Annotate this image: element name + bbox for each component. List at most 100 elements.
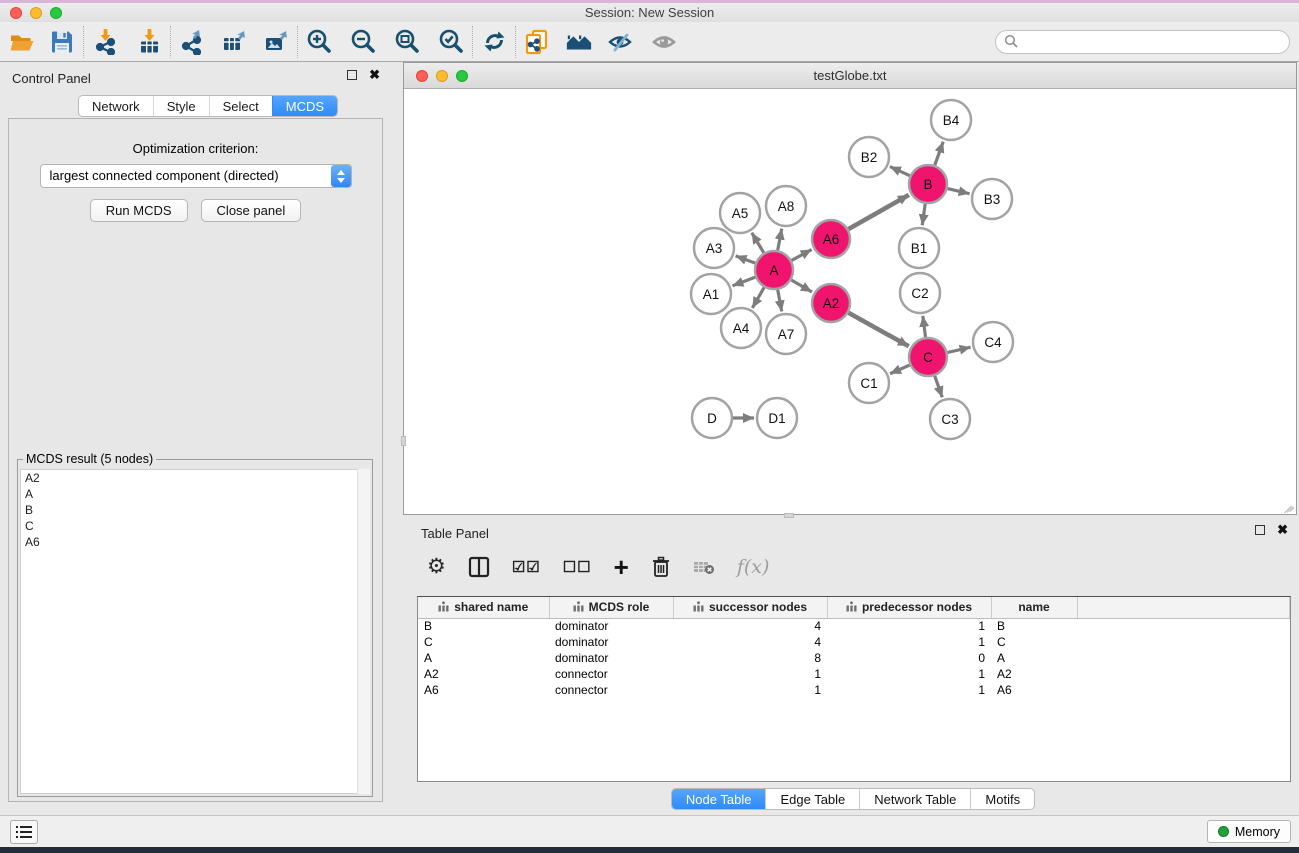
column-header-successor-nodes[interactable]: successor nodes	[673, 597, 827, 618]
tab-style[interactable]: Style	[153, 96, 209, 116]
run-mcds-button[interactable]: Run MCDS	[90, 199, 188, 222]
node-A1[interactable]: A1	[691, 274, 731, 314]
mcds-result-item[interactable]: A	[21, 486, 369, 502]
edge-B-B1[interactable]	[922, 204, 925, 225]
show-panels-button[interactable]	[651, 28, 679, 56]
search-box[interactable]	[995, 30, 1290, 54]
node-D[interactable]: D	[692, 398, 732, 438]
edge-A2-C[interactable]	[848, 313, 908, 347]
memory-button[interactable]: Memory	[1207, 820, 1291, 843]
float-table-panel-icon[interactable]	[1255, 525, 1265, 535]
tab-edge-table[interactable]: Edge Table	[765, 789, 859, 809]
column-header-MCDS-role[interactable]: MCDS role	[549, 597, 673, 618]
edge-C-C2[interactable]	[923, 316, 926, 337]
tab-mcds[interactable]: MCDS	[272, 96, 337, 116]
import-table-button[interactable]	[135, 28, 163, 56]
create-column-button[interactable]: +	[614, 554, 629, 580]
close-table-panel-icon[interactable]: ✖	[1277, 525, 1288, 535]
column-header-name[interactable]: name	[991, 597, 1077, 618]
zoom-fit-button[interactable]	[393, 28, 421, 56]
node-C4[interactable]: C4	[973, 322, 1013, 362]
unselect-all-columns-button[interactable]: ☐☐	[563, 554, 592, 580]
tab-node-table[interactable]: Node Table	[672, 789, 766, 809]
column-header-shared-name[interactable]: shared name	[418, 597, 549, 618]
node-A2[interactable]: A2	[812, 284, 850, 322]
mcds-result-item[interactable]: B	[21, 502, 369, 518]
export-image-button[interactable]	[262, 28, 290, 56]
search-input[interactable]	[1019, 35, 1289, 49]
duplicate-network-button[interactable]	[523, 28, 551, 56]
export-network-button[interactable]	[178, 28, 206, 56]
function-builder-button[interactable]: f(x)	[737, 554, 770, 580]
node-A6[interactable]: A6	[812, 220, 850, 258]
edge-A-A2[interactable]	[791, 280, 812, 292]
import-network-button[interactable]	[91, 28, 119, 56]
open-session-button[interactable]	[8, 28, 36, 56]
mcds-result-item[interactable]: A2	[21, 470, 369, 486]
table-row[interactable]: Cdominator41C	[418, 634, 1290, 650]
result-scrollbar[interactable]	[357, 469, 370, 794]
save-session-button[interactable]	[48, 28, 76, 56]
select-all-columns-button[interactable]: ☑☑	[512, 554, 541, 580]
edge-A-A6[interactable]	[792, 250, 812, 261]
table-row[interactable]: A6connector11A6	[418, 682, 1290, 698]
network-window-titlebar[interactable]: testGlobe.txt	[404, 63, 1296, 89]
mcds-result-list[interactable]: A2ABCA6	[20, 469, 370, 794]
node-A5[interactable]: A5	[720, 193, 760, 233]
edge-A-A5[interactable]	[752, 233, 764, 253]
node-A4[interactable]: A4	[721, 308, 761, 348]
delete-columns-button[interactable]	[651, 554, 671, 580]
home-view-button[interactable]	[565, 28, 593, 56]
network-canvas[interactable]: B4B2BB3A5A8A6B1A3AC2A1A2A4A7C4CC1DD1C3	[404, 89, 1296, 514]
edge-A-A8[interactable]	[778, 229, 782, 251]
table-settings-button[interactable]: ⚙	[427, 554, 446, 580]
show-columns-button[interactable]	[468, 554, 490, 580]
zoom-selected-button[interactable]	[437, 28, 465, 56]
node-C1[interactable]: C1	[849, 363, 889, 403]
hide-panels-button[interactable]	[607, 28, 635, 56]
node-B1[interactable]: B1	[899, 228, 939, 268]
edge-A-A7[interactable]	[778, 290, 782, 312]
edge-C-C1[interactable]	[890, 365, 910, 374]
node-B4[interactable]: B4	[931, 100, 971, 140]
node-D1[interactable]: D1	[757, 398, 797, 438]
edge-B-B3[interactable]	[947, 189, 969, 194]
edge-A-A4[interactable]	[752, 287, 764, 308]
refresh-layout-button[interactable]	[480, 28, 508, 56]
edge-B-B2[interactable]	[890, 167, 910, 176]
vertical-splitter-handle[interactable]	[401, 436, 406, 446]
edge-C-C3[interactable]	[935, 376, 943, 397]
criterion-dropdown[interactable]: largest connected component (directed)	[40, 164, 352, 188]
mcds-result-item[interactable]: C	[21, 518, 369, 534]
node-A[interactable]: A	[755, 251, 793, 289]
node-C2[interactable]: C2	[900, 273, 940, 313]
edge-B-B4[interactable]	[935, 142, 943, 166]
float-panel-icon[interactable]	[347, 70, 357, 80]
node-C[interactable]: C	[909, 338, 947, 376]
tab-network[interactable]: Network	[79, 96, 153, 116]
node-B2[interactable]: B2	[849, 137, 889, 177]
node-A7[interactable]: A7	[766, 314, 806, 354]
edge-A-A1[interactable]	[732, 277, 755, 286]
node-A8[interactable]: A8	[766, 186, 806, 226]
table-row[interactable]: Adominator80A	[418, 650, 1290, 666]
close-panel-button[interactable]: Close panel	[201, 199, 302, 222]
node-C3[interactable]: C3	[930, 399, 970, 439]
edge-A-A3[interactable]	[736, 256, 756, 263]
network-graph[interactable]: B4B2BB3A5A8A6B1A3AC2A1A2A4A7C4CC1DD1C3	[404, 89, 1296, 514]
export-table-button[interactable]	[220, 28, 248, 56]
zoom-out-button[interactable]	[349, 28, 377, 56]
task-history-button[interactable]	[10, 820, 38, 844]
table-row[interactable]: A2connector11A2	[418, 666, 1290, 682]
column-header-predecessor-nodes[interactable]: predecessor nodes	[827, 597, 991, 618]
resize-grip-icon[interactable]	[1282, 500, 1294, 512]
edge-C-C4[interactable]	[947, 347, 970, 352]
tab-network-table[interactable]: Network Table	[859, 789, 970, 809]
zoom-in-button[interactable]	[305, 28, 333, 56]
edge-A6-B[interactable]	[848, 195, 908, 229]
node-A3[interactable]: A3	[694, 228, 734, 268]
close-panel-icon[interactable]: ✖	[369, 70, 380, 80]
tab-select[interactable]: Select	[209, 96, 272, 116]
node-B3[interactable]: B3	[972, 179, 1012, 219]
tab-motifs[interactable]: Motifs	[970, 789, 1034, 809]
